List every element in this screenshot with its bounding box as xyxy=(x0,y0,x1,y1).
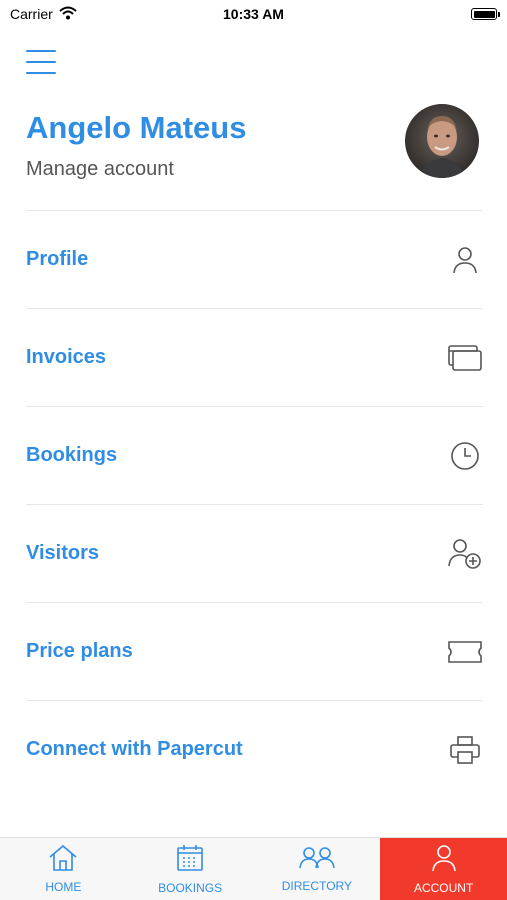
tab-label: ACCOUNT xyxy=(413,880,474,895)
status-left: Carrier xyxy=(10,6,77,23)
people-icon xyxy=(299,846,335,873)
clock-icon xyxy=(447,438,483,474)
tab-label: DIRECTORY xyxy=(281,878,352,893)
tab-label: HOME xyxy=(45,879,82,894)
menu-item-label: Price plans xyxy=(26,640,133,662)
avatar[interactable] xyxy=(405,104,479,178)
tab-account[interactable]: ACCOUNT xyxy=(380,838,507,900)
tab-bar: HOME BOOKINGS DIRECTORY ACCOUNT xyxy=(0,837,507,900)
menu-item-visitors[interactable]: Visitors xyxy=(26,504,483,602)
carrier-label: Carrier xyxy=(10,6,53,22)
person-icon xyxy=(447,242,483,278)
printer-icon xyxy=(447,732,483,768)
account-header: Angelo Mateus Manage account xyxy=(26,104,483,208)
battery-fill xyxy=(473,10,495,18)
menu-item-papercut[interactable]: Connect with Papercut xyxy=(26,700,483,798)
tab-label: BOOKINGS xyxy=(158,880,223,895)
tab-home[interactable]: HOME xyxy=(0,838,127,900)
calendar-icon xyxy=(176,844,204,875)
manage-account-label[interactable]: Manage account xyxy=(26,158,174,181)
menu-item-profile[interactable]: Profile xyxy=(26,210,483,308)
menu-item-label: Invoices xyxy=(26,346,107,368)
menu-item-label: Connect with Papercut xyxy=(26,738,243,760)
menu-item-price-plans[interactable]: Price plans xyxy=(26,602,483,700)
hamburger-menu-icon[interactable] xyxy=(26,50,56,74)
person-icon xyxy=(431,844,456,875)
ticket-icon xyxy=(447,634,483,670)
menu-item-label: Bookings xyxy=(26,444,118,466)
tab-bookings[interactable]: BOOKINGS xyxy=(127,838,254,900)
status-bar: Carrier 10:33 AM xyxy=(0,0,507,28)
menu-item-label: Visitors xyxy=(26,542,99,564)
home-icon xyxy=(48,844,78,874)
cards-icon xyxy=(447,340,483,376)
add-person-icon xyxy=(447,536,483,572)
battery-icon xyxy=(471,8,500,20)
tab-directory[interactable]: DIRECTORY xyxy=(254,838,381,900)
menu-item-bookings[interactable]: Bookings xyxy=(26,406,483,504)
account-menu-list: Profile Invoices Bookings Visitors Price… xyxy=(26,210,483,798)
menu-item-label: Profile xyxy=(26,248,89,270)
menu-item-invoices[interactable]: Invoices xyxy=(26,308,483,406)
wifi-icon xyxy=(59,6,77,23)
user-name: Angelo Mateus xyxy=(26,110,247,145)
